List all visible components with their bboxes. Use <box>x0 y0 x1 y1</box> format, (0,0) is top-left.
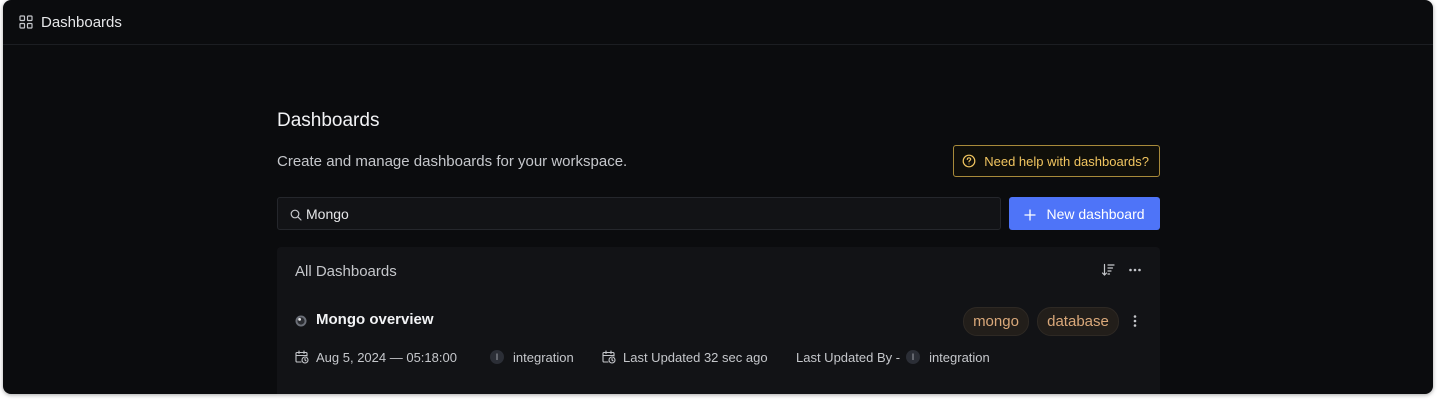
avatar: I <box>906 350 921 364</box>
tag-database[interactable]: database <box>1037 307 1119 336</box>
calendar-clock-icon <box>602 350 616 364</box>
help-circle-icon <box>962 154 976 168</box>
topbar-title: Dashboards <box>41 13 122 31</box>
avatar: I <box>490 350 504 364</box>
created-at-text: Aug 5, 2024 — 05:18:00 <box>316 349 457 365</box>
last-updated-by: Last Updated By - I integration <box>796 349 990 365</box>
top-bar: Dashboards <box>3 0 1433 45</box>
sort-descending-icon[interactable] <box>1101 263 1115 277</box>
grid-icon <box>19 15 33 29</box>
new-dashboard-button[interactable]: New dashboard <box>1009 197 1160 230</box>
created-by: I integration <box>490 349 574 365</box>
panel-title: All Dashboards <box>295 263 397 280</box>
page-subtitle: Create and manage dashboards for your wo… <box>277 153 628 170</box>
mongo-icon <box>295 314 307 327</box>
last-updated-text: Last Updated 32 sec ago <box>623 349 768 365</box>
plus-icon <box>1024 208 1037 221</box>
more-horizontal-icon[interactable] <box>1128 263 1142 277</box>
more-vertical-icon[interactable] <box>1128 314 1142 328</box>
search-box <box>277 197 1001 230</box>
calendar-clock-icon <box>295 350 309 364</box>
last-updated-by-label: Last Updated By - <box>796 349 901 365</box>
search-icon <box>290 208 302 221</box>
new-dashboard-label: New dashboard <box>1046 205 1145 222</box>
last-updated: Last Updated 32 sec ago <box>602 349 768 365</box>
created-at: Aug 5, 2024 — 05:18:00 <box>295 349 457 365</box>
help-button-label: Need help with dashboards? <box>984 153 1149 169</box>
search-input[interactable] <box>306 198 986 229</box>
app-window: Dashboards Dashboards Create and manage … <box>3 0 1433 394</box>
help-dashboards-button[interactable]: Need help with dashboards? <box>953 145 1160 177</box>
last-updated-by-name: integration <box>929 349 990 365</box>
dashboards-list-panel: All Dashboards Mongo overview mongo data… <box>277 247 1160 394</box>
dashboard-title[interactable]: Mongo overview <box>316 311 434 328</box>
created-by-name: integration <box>513 349 574 365</box>
page-title: Dashboards <box>277 110 380 131</box>
tag-mongo[interactable]: mongo <box>963 307 1029 336</box>
dashboard-row[interactable]: Mongo overview mongo database Aug 5, 202… <box>277 299 1160 394</box>
